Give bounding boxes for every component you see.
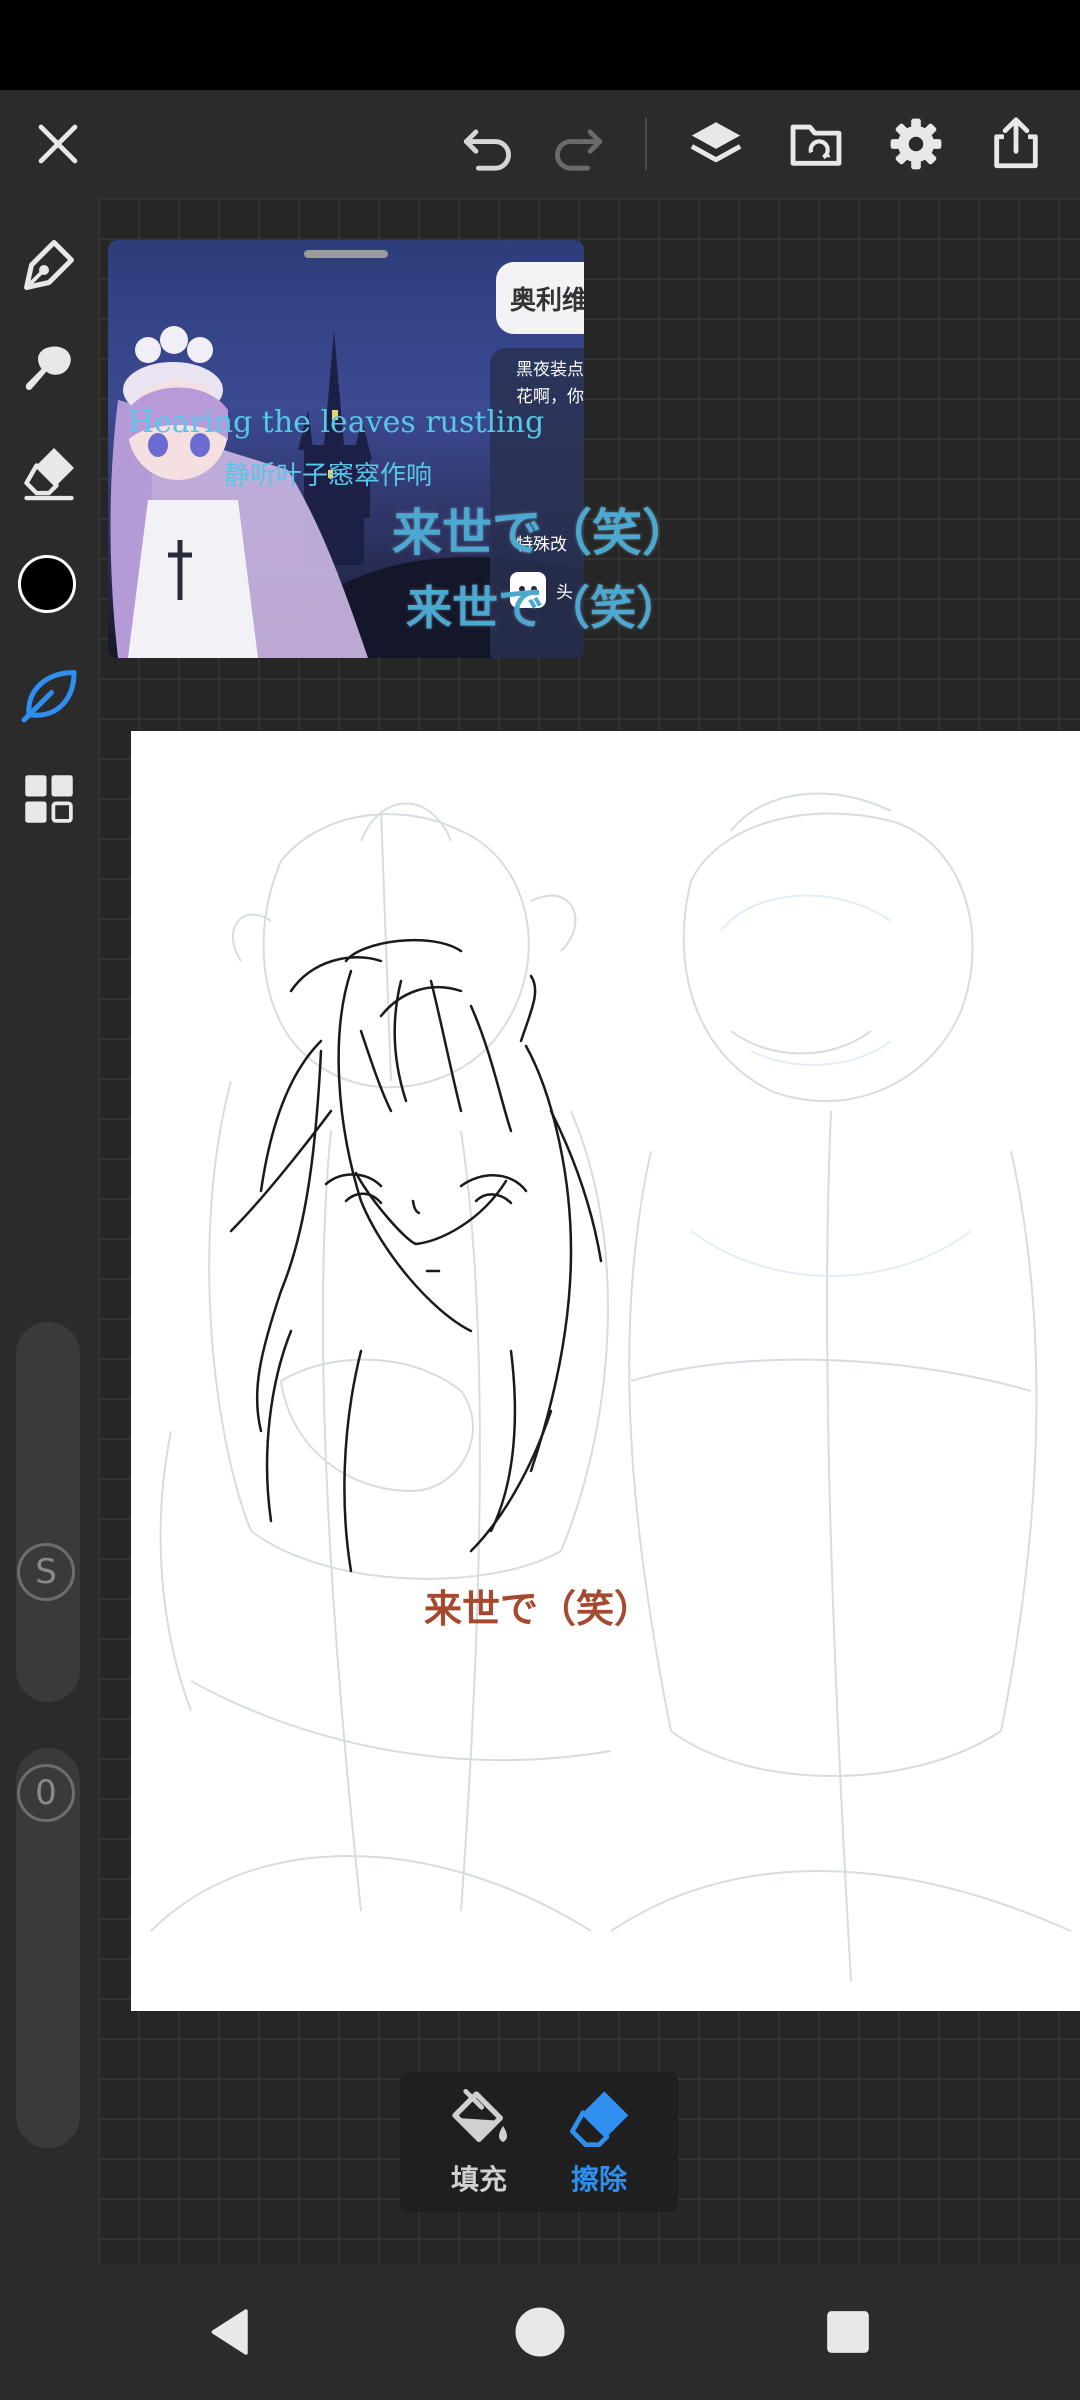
smudge-icon [25, 346, 71, 390]
top-toolbar [0, 90, 1080, 198]
color-swatch[interactable] [18, 555, 76, 613]
share-button[interactable] [966, 90, 1066, 198]
left-toolbar: S 0 [0, 198, 98, 2264]
home-icon [515, 2307, 565, 2357]
reference-lyric-chinese: 静听叶子窸窣作响 [224, 461, 433, 491]
nav-home-button[interactable] [500, 2292, 580, 2372]
back-icon [211, 2309, 248, 2355]
layers-icon [690, 122, 742, 163]
brush-tool-button[interactable] [8, 654, 90, 736]
smudge-tool-button[interactable] [8, 328, 90, 410]
settings-button[interactable] [866, 90, 966, 198]
toolbar-divider [645, 118, 647, 170]
eraser-tool-button[interactable] [8, 432, 90, 514]
system-nav-bar [0, 2264, 1080, 2400]
grid-icon [25, 775, 73, 823]
share-icon [994, 117, 1038, 169]
brush-size-slider[interactable] [16, 1322, 80, 1702]
close-icon [38, 124, 78, 164]
fill-button[interactable]: 填充 [414, 2072, 544, 2212]
settings-icon [890, 118, 942, 170]
redo-button[interactable] [528, 90, 628, 198]
reference-lyric-english: Hearing the leaves rustling [128, 405, 545, 440]
undo-button[interactable] [438, 90, 538, 198]
import-icon [790, 124, 842, 166]
pen-icon [24, 240, 74, 290]
fill-erase-panel: 填充 擦除 [400, 2072, 678, 2212]
layers-button[interactable] [666, 90, 766, 198]
pen-tool-button[interactable] [8, 224, 90, 306]
redo-icon [555, 129, 603, 171]
undo-icon [463, 129, 511, 171]
erase-label: 擦除 [570, 2163, 627, 2196]
reference-name-chip: 奥利维 [496, 262, 584, 334]
brush-opacity-knob[interactable]: 0 [17, 1764, 75, 1822]
eraser-icon [24, 448, 74, 501]
eraser-icon [570, 2091, 629, 2147]
erase-button[interactable]: 擦除 [534, 2072, 664, 2212]
subtitle-line-2: 来世で（笑） [406, 581, 682, 635]
subtitle-line-1: 来世で（笑） [392, 504, 692, 562]
status-bar [0, 0, 1080, 90]
fill-label: 填充 [450, 2163, 507, 2196]
nav-recents-button[interactable] [808, 2292, 888, 2372]
paper-subtitle: 来世で（笑） [424, 1587, 653, 1631]
recents-icon [827, 2311, 869, 2353]
reference-drag-handle[interactable] [304, 250, 388, 258]
close-button[interactable] [8, 90, 108, 198]
import-button[interactable] [766, 90, 866, 198]
gallery-button[interactable] [8, 758, 90, 840]
drawing-paper[interactable]: 来世で（笑） [131, 731, 1080, 2011]
brush-size-knob[interactable]: S [17, 1543, 75, 1601]
sketch-artwork [150, 792, 1072, 1982]
nav-back-button[interactable] [192, 2292, 272, 2372]
reference-panel-line-2: 花啊，你 [516, 387, 584, 407]
app-root: S 0 奥利维 黑夜装点 花啊，你 特殊改 头 Hearing the leav… [0, 0, 1080, 2400]
leaf-brush-icon [21, 670, 77, 723]
reference-panel-line-1: 黑夜装点 [516, 360, 584, 380]
paint-bucket-icon [452, 2089, 507, 2142]
